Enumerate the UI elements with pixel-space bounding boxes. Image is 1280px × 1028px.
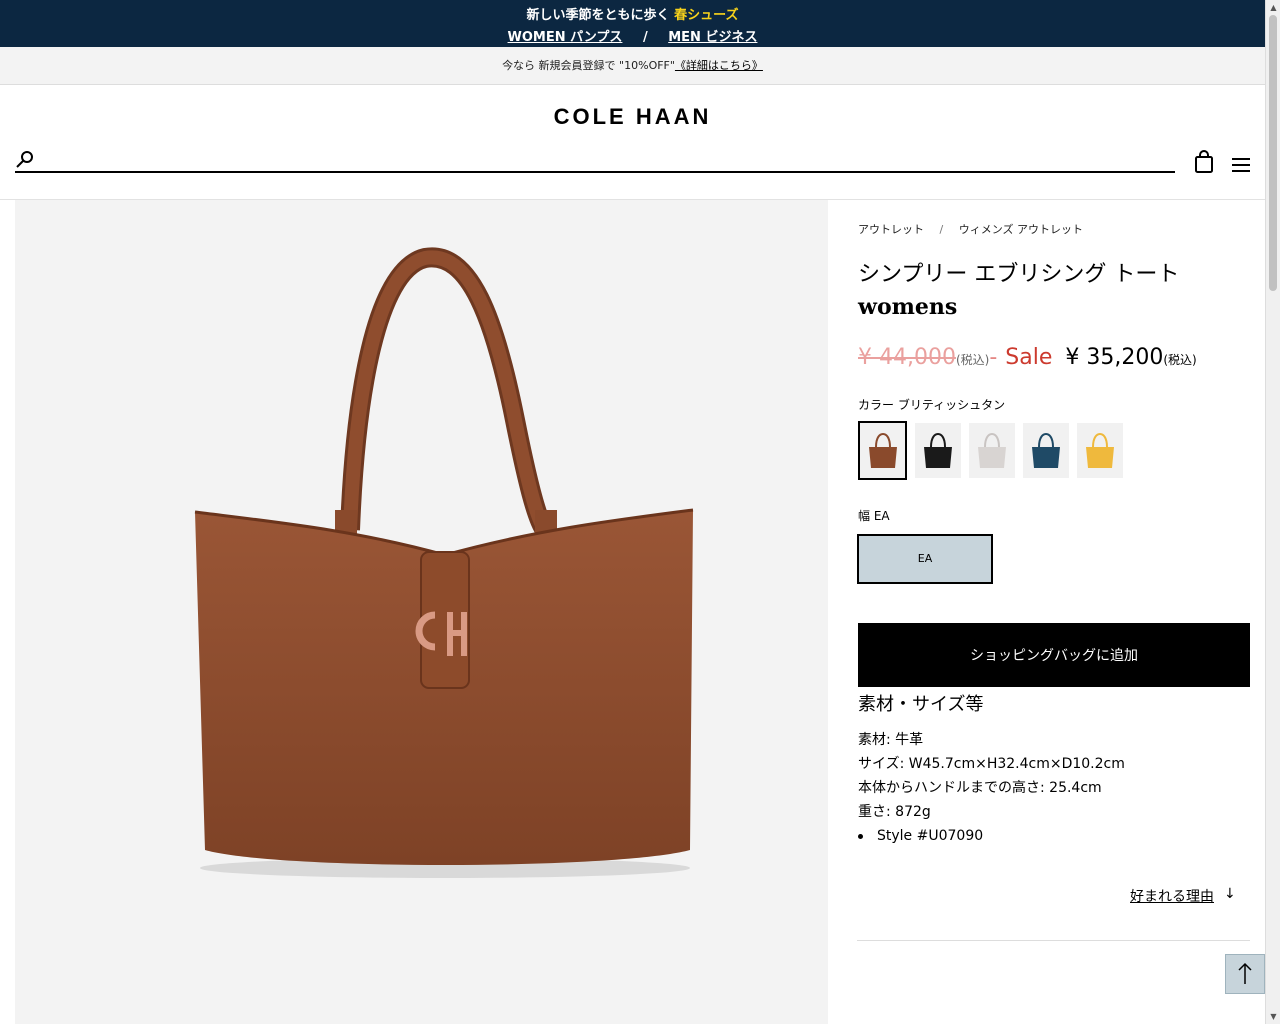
hamburger-menu-icon[interactable] (1232, 156, 1252, 174)
swatch-black[interactable] (915, 423, 961, 478)
swatch-yellow[interactable] (1077, 423, 1123, 478)
spec-material: 素材: 牛革 (858, 732, 924, 748)
why-loved-link[interactable]: 好まれる理由 (1130, 886, 1214, 906)
width-option-ea[interactable]: EA (857, 534, 993, 584)
color-swatches (858, 421, 1123, 480)
scrollbar[interactable]: ▲ ▼ (1265, 0, 1280, 1024)
tote-thumb-icon (868, 432, 897, 468)
link-men-business[interactable]: MEN ビジネス (668, 30, 757, 45)
promo-banner: 今なら 新規会員登録で "10%OFF"《詳細はこちら》 (0, 47, 1265, 85)
style-number-text: Style #U07090 (877, 828, 984, 844)
tote-thumb-icon (1032, 432, 1060, 468)
product-image[interactable] (15, 200, 828, 1024)
tote-thumb-icon (978, 432, 1006, 468)
spec-list: 素材: 牛革 サイズ: W45.7cm×H32.4cm×D10.2cm 本体から… (858, 728, 1125, 824)
price-dash: - (989, 345, 998, 370)
product-title: シンプリー エブリシング トート (858, 262, 1180, 287)
color-label: カラー ブリティッシュタン (858, 398, 1006, 412)
promo-text: 今なら 新規会員登録で "10%OFF" (502, 59, 675, 72)
sale-price: ¥ 35,200 (1065, 345, 1164, 370)
breadcrumb-outlet[interactable]: アウトレット (858, 223, 924, 236)
price-block: ¥ 44,000(税込)- Sale ¥ 35,200(税込) (858, 345, 1197, 370)
breadcrumb: アウトレット / ウィメンズ アウトレット (858, 221, 1083, 237)
sale-price-tax: (税込) (1163, 353, 1197, 367)
promo-details-link[interactable]: 《詳細はこちら》 (675, 59, 763, 72)
search-bar (15, 148, 1175, 173)
search-input[interactable] (45, 148, 1145, 170)
product-subtitle: womens (858, 294, 958, 320)
link-women-pumps[interactable]: WOMEN パンプス (508, 30, 623, 45)
scroll-up-icon[interactable]: ▲ (1266, 0, 1280, 15)
brand-logo[interactable]: COLE HAAN (0, 104, 1265, 130)
swatch-british-tan[interactable] (858, 421, 907, 480)
breadcrumb-womens-outlet[interactable]: ウィメンズ アウトレット (959, 223, 1083, 236)
spec-size: サイズ: W45.7cm×H32.4cm×D10.2cm (858, 756, 1125, 772)
announcement-links: WOMEN パンプス / MEN ビジネス (0, 26, 1265, 45)
scrollbar-thumb[interactable] (1269, 15, 1277, 291)
tote-thumb-icon (1086, 432, 1114, 468)
original-price: ¥ 44,000 (858, 345, 956, 370)
arrow-down-icon[interactable]: ↓ (1224, 886, 1236, 902)
spec-title: 素材・サイズ等 (858, 694, 984, 715)
add-to-bag-button[interactable]: ショッピングバッグに追加 (858, 623, 1250, 687)
sale-label: Sale (1005, 345, 1053, 370)
original-price-tax: (税込) (955, 353, 990, 367)
tote-thumb-icon (924, 432, 952, 468)
back-to-top-button[interactable] (1225, 954, 1265, 994)
announcement-bar: 新しい季節をともに歩く 春シューズ WOMEN パンプス / MEN ビジネス (0, 0, 1265, 47)
announcement-text: 新しい季節をともに歩く (526, 8, 670, 23)
style-number: Style #U07090 (858, 828, 983, 844)
swatch-navy[interactable] (1023, 423, 1069, 478)
bullet-icon (858, 833, 863, 839)
section-divider (857, 940, 1250, 941)
width-label: 幅 EA (858, 509, 890, 523)
tote-bag-image (194, 247, 694, 878)
announcement-highlight: 春シューズ (674, 8, 739, 23)
search-icon[interactable] (15, 150, 35, 170)
swatch-light-gray[interactable] (969, 423, 1015, 478)
announcement-line1: 新しい季節をともに歩く 春シューズ (0, 4, 1265, 23)
breadcrumb-separator: / (939, 223, 944, 236)
spec-handle-drop: 本体からハンドルまでの高さ: 25.4cm (858, 780, 1102, 796)
shopping-bag-icon[interactable] (1194, 150, 1214, 174)
scroll-down-icon[interactable]: ▼ (1266, 1009, 1280, 1024)
announcement-separator: / (642, 30, 648, 45)
arrow-up-icon (1238, 962, 1252, 984)
spec-weight: 重さ: 872g (858, 804, 931, 820)
